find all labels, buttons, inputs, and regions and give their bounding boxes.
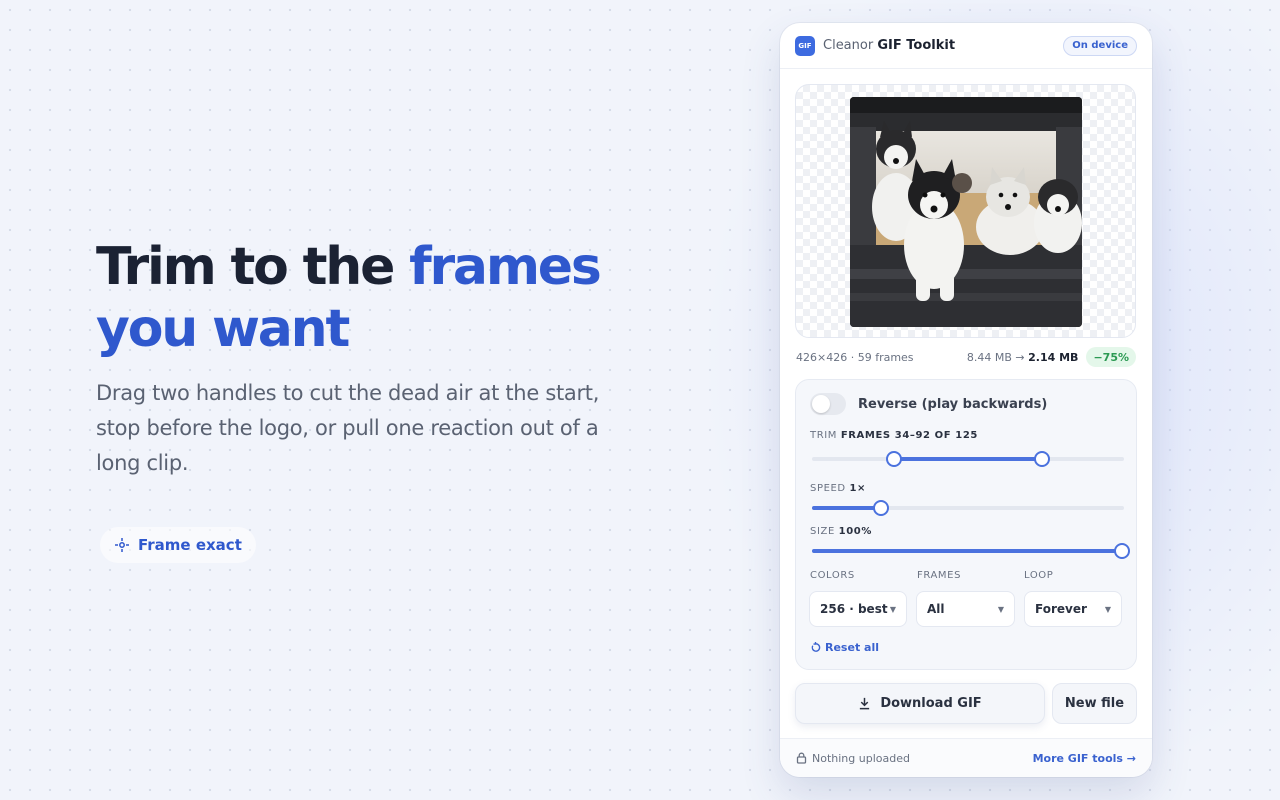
file-size: 8.44 MB → 2.14 MB [967,351,1079,364]
speed-handle[interactable] [872,500,889,516]
reverse-toggle[interactable] [810,393,846,415]
app-logo: GIF [795,35,815,56]
size-handle[interactable] [1114,543,1130,559]
feature-pill-label: Frame exact [138,536,242,554]
frames-select[interactable]: All ▼ [916,591,1015,627]
colors-label: Colors [810,570,855,581]
hero-title-accent-line2: you want [96,299,350,359]
trim-slider[interactable] [812,451,1124,467]
hero-section: Trim to the frames you want Drag two han… [96,236,656,481]
card-header: GIF Cleanor GIF Toolkit On device [780,23,1152,69]
gif-toolkit-card: GIF Cleanor GIF Toolkit On device 426×42… [780,23,1152,777]
app-brand: Cleanor [823,38,874,53]
reverse-row: Reverse (play backwards) [810,393,1047,415]
size-fill [812,549,1124,553]
speed-label-text: Speed [810,483,846,494]
hero-title-accent: frames [409,237,602,297]
settings-panel: Reverse (play backwards) Trim FRAMES 34–… [795,379,1137,670]
speed-slider[interactable] [812,500,1124,516]
size-slider[interactable] [812,543,1130,559]
hero-description: Drag two handles to cut the dead air at … [96,381,600,475]
size-before: 8.44 MB → [966,350,1025,364]
download-gif-button[interactable]: Download GIF [795,683,1045,724]
download-icon [860,697,870,710]
feature-pill: Frame exact [100,527,256,563]
hero-title: Trim to the frames you want [96,236,656,360]
crosshair-icon [115,538,129,552]
speed-fill [812,506,881,510]
app-title: Cleanor GIF Toolkit [823,38,955,53]
new-file-button[interactable]: New file [1052,683,1137,724]
saving-badge: −75% [1086,347,1136,367]
speed-label: Speed 1× [810,483,866,494]
dimensions-frames: 426×426 · 59 frames [796,350,914,364]
trim-start-handle[interactable] [886,451,903,467]
gif-preview [795,84,1136,338]
loop-select[interactable]: Forever ▼ [1024,591,1122,627]
download-label: Download GIF [880,696,982,711]
on-device-badge: On device [1063,35,1137,56]
colors-selected: 256 · best [820,602,888,616]
trim-label-text: Trim [810,430,838,441]
chevron-down-icon: ▼ [1104,604,1111,614]
size-value: 100% [838,526,872,537]
loop-selected: Forever [1035,602,1087,616]
hero-title-text: Trim to the [96,237,395,297]
puppies-photo-illustration [850,97,1082,327]
card-footer: Nothing uploaded More GIF tools → [780,738,1152,777]
trim-end-handle[interactable] [1033,451,1050,467]
reset-all-button[interactable]: Reset all [810,641,879,654]
privacy-note: Nothing uploaded [796,752,910,765]
size-after: 2.14 MB [1028,350,1079,364]
frames-label: Frames [917,570,962,581]
chevron-down-icon: ▼ [997,604,1004,614]
file-meta: 426×426 · 59 frames 8.44 MB → 2.14 MB −7… [796,345,1136,369]
size-label-text: Size [810,526,835,537]
privacy-text: Nothing uploaded [812,751,910,765]
loop-label: Loop [1024,570,1054,581]
speed-value: 1× [849,483,867,494]
lock-icon [796,752,807,764]
trim-range-fill [894,457,1042,461]
frames-selected: All [927,602,945,616]
size-label: Size 100% [810,526,872,537]
trim-value: FRAMES 34–92 OF 125 [840,430,978,441]
reset-icon [811,642,821,652]
reset-label: Reset all [825,641,879,654]
more-gif-tools-link[interactable]: More GIF tools → [1033,752,1136,765]
reverse-label: Reverse (play backwards) [858,396,1048,412]
chevron-down-icon: ▼ [889,604,896,614]
preview-image [850,97,1082,327]
app-product: GIF Toolkit [877,38,956,53]
trim-label: Trim FRAMES 34–92 OF 125 [810,430,978,441]
toggle-knob [812,395,830,413]
colors-select[interactable]: 256 · best ▼ [809,591,907,627]
